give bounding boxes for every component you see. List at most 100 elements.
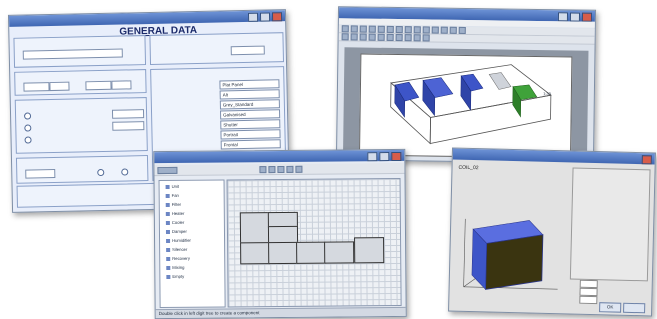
toolbar-button[interactable]: [413, 26, 421, 34]
option-radio[interactable]: [97, 168, 105, 177]
tree-item[interactable]: Humidifier: [166, 238, 191, 243]
toolbar-button[interactable]: [413, 34, 421, 42]
tree-item[interactable]: Silencer: [166, 247, 187, 252]
property-select[interactable]: Frontal: [220, 139, 281, 150]
layout-editor-window: Unit Fan Filter Heater Cooler Damper Hum…: [153, 148, 407, 319]
group-box: [15, 155, 149, 184]
toolbar-button[interactable]: [268, 165, 276, 173]
toolbar-button[interactable]: [350, 33, 358, 41]
ok-button[interactable]: OK: [599, 302, 622, 313]
toolbar-button[interactable]: [368, 25, 376, 33]
unit-select[interactable]: [49, 81, 70, 92]
value-field[interactable]: [579, 295, 598, 305]
option-radio[interactable]: [24, 112, 32, 120]
folder-icon: [166, 265, 171, 270]
drawing-canvas[interactable]: 1:30: [343, 47, 589, 159]
value-field[interactable]: [23, 82, 50, 92]
tree-item[interactable]: Heater: [165, 211, 184, 216]
toolbar-button[interactable]: [422, 26, 430, 34]
tree-item[interactable]: Cooler: [165, 220, 184, 225]
maximize-icon[interactable]: [569, 12, 581, 22]
tree-item[interactable]: Damper: [165, 229, 187, 234]
toolbar-button[interactable]: [386, 33, 394, 41]
toolbar-button[interactable]: [359, 33, 367, 41]
tree-item[interactable]: Filter: [165, 202, 181, 207]
layout-component[interactable]: [268, 241, 299, 265]
layout-component[interactable]: [324, 241, 355, 264]
folder-icon: [165, 220, 170, 225]
folder-icon: [165, 202, 170, 207]
toolbar-button[interactable]: [395, 34, 403, 42]
property-select[interactable]: Portrait: [220, 129, 281, 140]
property-select[interactable]: Grey_Standard: [219, 99, 280, 110]
close-icon[interactable]: [271, 12, 283, 22]
toolbar-button[interactable]: [368, 33, 376, 41]
group-box: [14, 69, 147, 96]
component-dialog: COIL_02 OK: [448, 147, 656, 317]
value-field[interactable]: [230, 45, 265, 56]
tree-item[interactable]: Recovery: [166, 256, 190, 261]
property-select[interactable]: Alt: [219, 89, 280, 100]
cancel-button[interactable]: [623, 302, 646, 314]
property-select[interactable]: Shutter: [220, 119, 281, 130]
toolbar-button[interactable]: [377, 25, 385, 33]
option-radio[interactable]: [24, 124, 32, 132]
toolbar-button[interactable]: [431, 26, 439, 34]
type-select[interactable]: [22, 48, 123, 60]
tree-item[interactable]: Unit: [165, 184, 179, 189]
value-field[interactable]: [25, 168, 56, 179]
layout-component[interactable]: [354, 237, 385, 264]
status-bar: Double click in left digit tree to creat…: [155, 306, 406, 319]
tree-item[interactable]: Fan: [165, 193, 179, 198]
value-field[interactable]: [85, 80, 112, 91]
layout-grid[interactable]: [226, 177, 402, 308]
toolbar-button[interactable]: [404, 34, 412, 42]
option-radio[interactable]: [24, 136, 32, 144]
minimize-icon[interactable]: [247, 12, 259, 22]
dimensions-panel: [569, 167, 651, 282]
toolbar-button[interactable]: [458, 26, 466, 34]
minimize-icon[interactable]: [557, 12, 569, 22]
value-field[interactable]: [112, 121, 145, 131]
toolbar-button[interactable]: [359, 25, 367, 33]
toolbar-button[interactable]: [404, 26, 412, 34]
value-field[interactable]: [111, 109, 145, 119]
toolbar-button[interactable]: [341, 25, 349, 33]
toolbar-button[interactable]: [259, 165, 267, 173]
window-controls: [557, 12, 593, 22]
maximize-icon[interactable]: [259, 12, 271, 22]
layout-component[interactable]: [296, 241, 327, 264]
property-select[interactable]: Galvanised: [220, 109, 281, 120]
tree-item[interactable]: Mixing: [166, 265, 184, 270]
close-icon[interactable]: [391, 151, 402, 162]
toolbar-button[interactable]: [350, 25, 358, 33]
title-bar: [8, 10, 286, 27]
minimize-icon[interactable]: [367, 152, 378, 162]
close-icon[interactable]: [641, 155, 652, 165]
group-box: [13, 35, 147, 68]
tree-item[interactable]: Empty: [166, 274, 184, 279]
unit-select[interactable]: [111, 80, 132, 90]
toolbar-button[interactable]: [395, 26, 403, 34]
property-select[interactable]: Plat Panel: [219, 79, 280, 90]
close-icon[interactable]: [581, 12, 593, 22]
toolbar-button[interactable]: [341, 33, 349, 41]
layout-component[interactable]: [239, 212, 271, 245]
toolbar-button[interactable]: [440, 26, 448, 34]
toolbar-button[interactable]: [422, 34, 430, 42]
toolbar-button[interactable]: [286, 165, 294, 173]
folder-icon: [166, 238, 171, 243]
layout-component[interactable]: [240, 242, 271, 265]
maximize-icon[interactable]: [379, 152, 390, 162]
folder-icon: [165, 211, 170, 216]
toolbar-button[interactable]: [295, 165, 303, 173]
toolbar-button[interactable]: [377, 33, 385, 41]
toolbar-button[interactable]: [449, 26, 457, 34]
back-button[interactable]: [157, 166, 178, 174]
window-controls: [641, 155, 652, 165]
group-box: [14, 97, 148, 154]
cad-window: 1:30: [335, 6, 597, 164]
toolbar-button[interactable]: [386, 25, 394, 33]
toolbar-button[interactable]: [277, 165, 285, 173]
option-radio[interactable]: [121, 168, 129, 176]
